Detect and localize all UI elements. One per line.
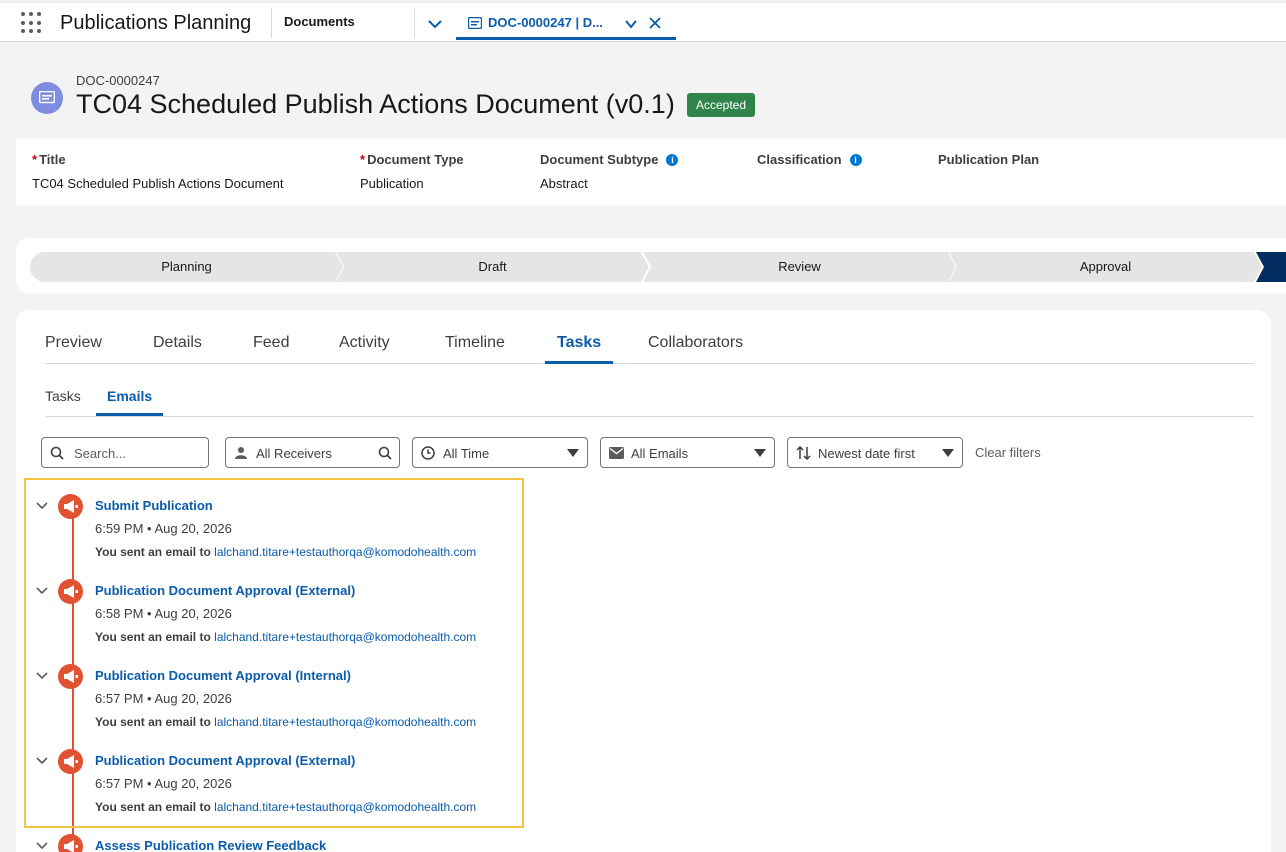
sort-icon xyxy=(796,446,811,460)
field-value: Abstract xyxy=(540,176,588,191)
search-placeholder: Search... xyxy=(74,446,127,461)
field-label: Classification xyxy=(757,152,842,167)
app-launcher-icon[interactable] xyxy=(21,12,43,34)
tab-collaborators[interactable]: Collaborators xyxy=(648,334,743,352)
main-card: Preview Details Feed Activity Timeline T… xyxy=(16,310,1271,852)
nav-tab-document[interactable]: DOC-0000247 | D... xyxy=(456,6,676,40)
field-classification: Classification i xyxy=(757,152,862,176)
field-document-type: * Document Type Publication xyxy=(360,152,464,191)
field-label: Document Type xyxy=(367,152,464,167)
user-icon xyxy=(235,447,247,459)
tab-feed[interactable]: Feed xyxy=(253,334,289,352)
field-title: * Title TC04 Scheduled Publish Actions Do… xyxy=(32,152,283,191)
search-icon xyxy=(50,446,64,460)
path-stage-draft[interactable]: Draft xyxy=(336,252,649,282)
time-filter[interactable]: All Time xyxy=(412,437,588,468)
highlights-panel: * Title TC04 Scheduled Publish Actions Do… xyxy=(16,138,1286,206)
highlight-box xyxy=(24,478,524,828)
clear-filters-link[interactable]: Clear filters xyxy=(975,445,1041,460)
status-badge: Accepted xyxy=(687,93,756,117)
emails-filter[interactable]: All Emails xyxy=(600,437,775,468)
emails-filter-label: All Emails xyxy=(631,446,689,461)
tab-preview[interactable]: Preview xyxy=(45,334,102,352)
nav-item-documents[interactable]: Documents xyxy=(284,14,355,29)
path: Planning Draft Review Approval xyxy=(30,252,1286,282)
email-icon xyxy=(58,834,83,852)
close-icon[interactable] xyxy=(648,16,662,30)
path-stage-review[interactable]: Review xyxy=(643,252,956,282)
email-icon xyxy=(609,447,624,459)
chevron-down-icon[interactable] xyxy=(425,14,445,34)
receivers-filter[interactable]: All Receivers xyxy=(225,437,400,468)
search-input[interactable]: Search... xyxy=(41,437,209,468)
search-icon xyxy=(378,446,392,460)
receivers-filter-label: All Receivers xyxy=(256,446,332,461)
clock-icon xyxy=(421,446,435,460)
nav-divider xyxy=(414,8,415,38)
info-icon[interactable]: i xyxy=(666,154,679,166)
field-publication-plan: Publication Plan xyxy=(938,152,1039,176)
chevron-down-icon[interactable] xyxy=(623,16,639,32)
app-name: Publications Planning xyxy=(60,12,252,34)
timeline-item: Assess Publication Review Feedback xyxy=(16,834,536,852)
tab-timeline[interactable]: Timeline xyxy=(445,334,505,352)
caret-down-icon xyxy=(567,449,579,457)
active-subtab-indicator xyxy=(96,413,163,416)
field-value: TC04 Scheduled Publish Actions Document xyxy=(32,176,284,191)
nav-divider xyxy=(271,8,272,38)
tab-tasks[interactable]: Tasks xyxy=(557,334,601,352)
caret-down-icon xyxy=(942,449,954,457)
info-icon[interactable]: i xyxy=(849,154,862,166)
record-id: DOC-0000247 xyxy=(76,73,160,88)
field-label: Document Subtype xyxy=(540,152,659,167)
required-icon: * xyxy=(32,152,38,167)
subtab-tasks[interactable]: Tasks xyxy=(45,388,81,404)
timeline-item-title[interactable]: Assess Publication Review Feedback xyxy=(95,838,326,852)
document-icon xyxy=(31,82,63,114)
field-label: Publication Plan xyxy=(938,152,1040,167)
tab-activity[interactable]: Activity xyxy=(339,334,390,352)
field-value: Publication xyxy=(360,176,424,191)
tab-details[interactable]: Details xyxy=(153,334,202,352)
sort-filter-label: Newest date first xyxy=(818,446,915,461)
required-icon: * xyxy=(360,152,366,167)
subtab-emails[interactable]: Emails xyxy=(107,388,152,404)
chevron-down-icon[interactable] xyxy=(34,838,50,852)
global-nav: Publications Planning Documents DOC-0000… xyxy=(0,2,1286,42)
time-filter-label: All Time xyxy=(443,446,490,461)
tab-bar: Preview Details Feed Activity Timeline T… xyxy=(45,327,1254,364)
path-stage-approval[interactable]: Approval xyxy=(949,252,1262,282)
field-label: Title xyxy=(39,152,66,167)
document-icon xyxy=(468,17,482,29)
page-title: TC04 Scheduled Publish Actions Document … xyxy=(76,89,675,119)
caret-down-icon xyxy=(754,449,766,457)
subtab-bar: Tasks Emails xyxy=(45,380,1254,417)
field-document-subtype: Document Subtype i Abstract xyxy=(540,152,679,191)
sort-filter[interactable]: Newest date first xyxy=(787,437,963,468)
nav-tab-label: DOC-0000247 | D... xyxy=(488,15,603,30)
path-stage-planning[interactable]: Planning xyxy=(30,252,343,282)
active-tab-indicator xyxy=(545,361,613,364)
